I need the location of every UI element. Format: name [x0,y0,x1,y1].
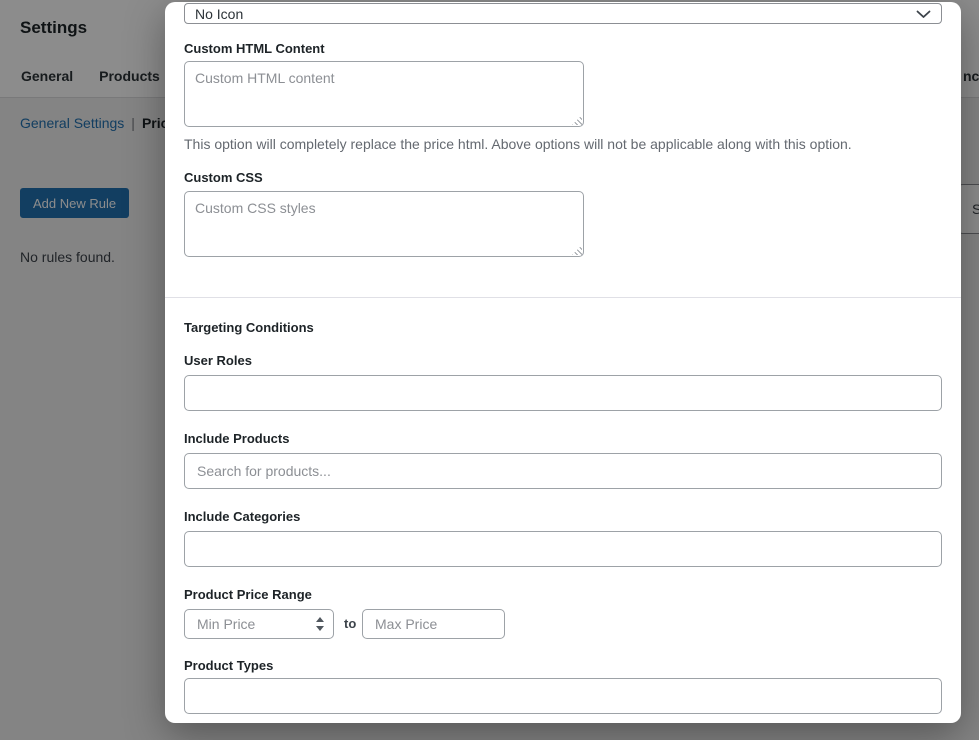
product-price-range-label: Product Price Range [184,587,312,602]
include-products-input[interactable] [184,453,942,489]
icon-select-value: No Icon [195,6,243,22]
spinner-down-icon[interactable] [316,626,324,631]
custom-html-textarea[interactable] [184,61,584,127]
price-range-to-label: to [344,616,356,631]
user-roles-input[interactable] [184,375,942,411]
include-products-label: Include Products [184,431,289,446]
section-divider [165,297,961,298]
icon-select[interactable]: No Icon [184,3,942,24]
custom-css-textarea[interactable] [184,191,584,257]
custom-html-help-text: This option will completely replace the … [184,136,942,152]
targeting-conditions-heading: Targeting Conditions [184,320,314,335]
user-roles-label: User Roles [184,353,252,368]
product-types-input[interactable] [184,678,942,714]
chevron-down-icon [916,10,931,19]
rule-editor-modal: No Icon Custom HTML Content This option … [165,2,961,723]
include-categories-label: Include Categories [184,509,300,524]
spinner-up-icon[interactable] [316,617,324,622]
custom-css-label: Custom CSS [184,170,263,185]
product-types-label: Product Types [184,658,273,673]
max-price-input[interactable] [362,609,505,639]
screen: Settings General Products nc General Set… [0,0,979,740]
include-categories-input[interactable] [184,531,942,567]
custom-html-label: Custom HTML Content [184,41,325,56]
min-price-stepper[interactable] [310,610,330,638]
